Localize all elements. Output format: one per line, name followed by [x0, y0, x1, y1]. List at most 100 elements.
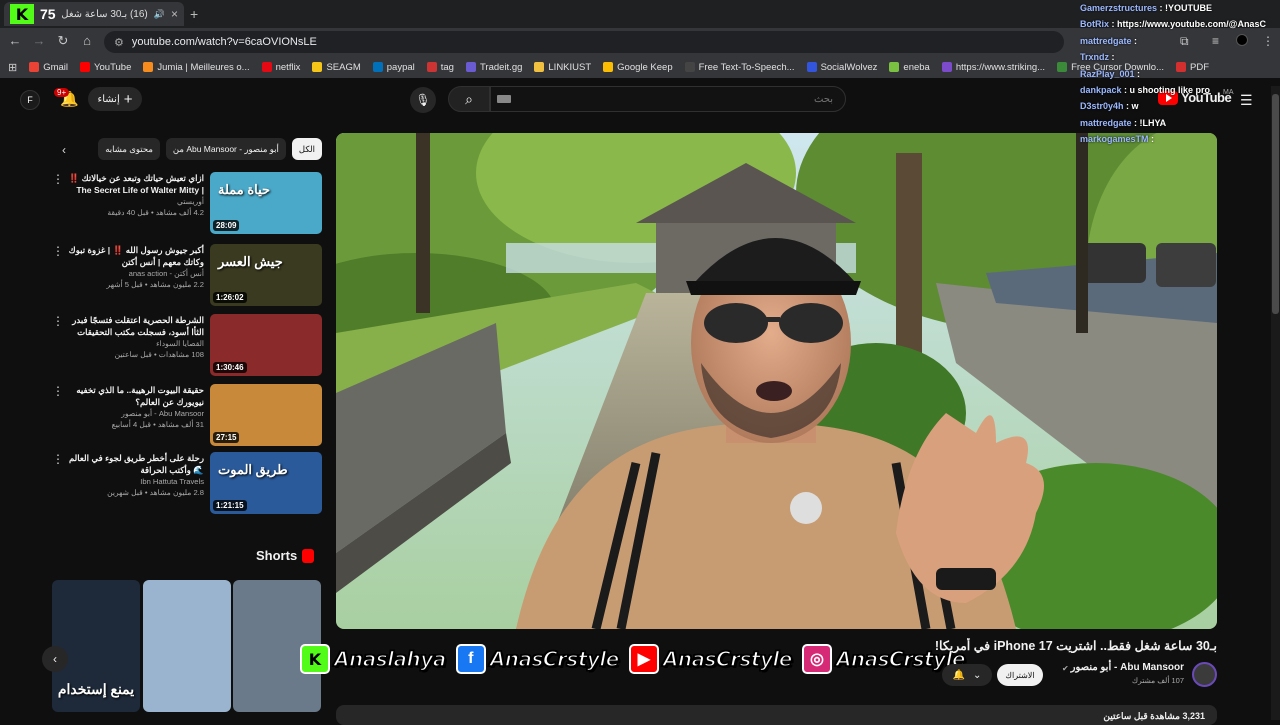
- video-thumbnail[interactable]: 27:15: [210, 384, 322, 446]
- video-thumbnail[interactable]: حياة مملة 28:09: [210, 172, 322, 234]
- more-options-icon[interactable]: ⋮: [52, 314, 64, 380]
- channel-name[interactable]: أنس أكتن - anas action: [68, 268, 204, 279]
- chevron-down-icon: ⌄: [973, 669, 982, 681]
- search-icon: ⌕: [465, 90, 473, 107]
- filter-chip[interactable]: الكل: [291, 138, 322, 160]
- filter-chip[interactable]: من Abu Mansoor - أبو منصور: [165, 138, 286, 160]
- more-options-icon[interactable]: ⋮: [52, 452, 64, 518]
- video-title[interactable]: حقيقة البيوت الرهيبة.. ما الذي تخفيه نيو…: [68, 384, 204, 408]
- filter-chip[interactable]: محتوى مشابه: [98, 138, 160, 160]
- chrome-menu-icon[interactable]: ⋮: [1262, 34, 1274, 48]
- channel-name[interactable]: Abu Mansoor - أبو منصور: [1060, 662, 1184, 673]
- hamburger-menu-icon[interactable]: ☰: [1240, 92, 1253, 109]
- scrollbar-thumb[interactable]: [1272, 94, 1279, 314]
- recommended-video[interactable]: 27:15 حقيقة البيوت الرهيبة.. ما الذي تخفي…: [52, 384, 322, 450]
- reload-icon[interactable]: ↻: [54, 33, 72, 49]
- video-title[interactable]: ازاي تعيش حياتك وتبعد عن خيالاتك ‼️ | Th…: [68, 172, 204, 196]
- channel-avatar[interactable]: [1192, 662, 1217, 687]
- video-title[interactable]: رحلة على أخطر طريق لجوء في العالم 🌊 وأكت…: [68, 452, 204, 476]
- reading-list-icon[interactable]: ≡: [1212, 34, 1219, 48]
- recommended-video[interactable]: حياة مملة 28:09 ازاي تعيش حياتك وتبعد عن خ…: [52, 172, 322, 238]
- recommended-video[interactable]: جيش العسر 1:26:02 أكبر جيوش رسول الله ‼️ |…: [52, 244, 322, 310]
- new-tab-button[interactable]: +: [190, 6, 198, 22]
- video-title[interactable]: أكبر جيوش رسول الله ‼️ | غزوة تبوك وكاتك…: [68, 244, 204, 268]
- youtube-logo[interactable]: YouTube: [1158, 90, 1232, 105]
- bookmark-item[interactable]: Free Text-To-Speech...: [684, 62, 795, 73]
- video-thumbnail[interactable]: 1:30:46: [210, 314, 322, 376]
- video-thumbnail[interactable]: جيش العسر 1:26:02: [210, 244, 322, 306]
- bookmark-favicon-icon: [1176, 62, 1186, 72]
- back-arrow-icon[interactable]: ←: [6, 33, 24, 48]
- bookmark-label: PDF: [1190, 61, 1209, 73]
- bookmark-item[interactable]: netflix: [261, 62, 300, 73]
- bookmark-item[interactable]: YouTube: [80, 62, 131, 73]
- close-tab-icon[interactable]: ×: [171, 7, 178, 21]
- bookmark-favicon-icon: [465, 62, 476, 72]
- browser-tab[interactable]: K 75 (16) بـ30 ساعة شغل فقط... 🔊 ×: [4, 2, 184, 26]
- bookmark-item[interactable]: LINKIUST: [534, 62, 591, 73]
- chat-username: mattredgate: [1080, 117, 1132, 128]
- recommended-video[interactable]: 1:30:46 الشرطة الحصرية اعتقلت فتسجًا فبدر…: [52, 314, 322, 380]
- channel-name[interactable]: Ibn Hattuta Travels: [68, 476, 204, 487]
- kick-logo-icon: K: [10, 4, 34, 24]
- short-thumbnail[interactable]: [143, 580, 231, 712]
- bookmark-item[interactable]: Free Cursor Downlo...: [1057, 62, 1164, 73]
- more-options-icon[interactable]: ⋮: [52, 172, 64, 238]
- bookmark-item[interactable]: tag: [426, 62, 454, 73]
- search-button[interactable]: ⌕: [448, 86, 490, 112]
- bookmark-favicon-icon: [29, 62, 40, 72]
- omnibox[interactable]: ⚙ youtube.com/watch?v=6caOVIONsLE: [104, 31, 1064, 53]
- bookmark-item[interactable]: paypal: [372, 61, 415, 73]
- channel-name[interactable]: Abu Mansoor - أبو منصور: [68, 408, 204, 419]
- extensions-icon[interactable]: ⧉: [1180, 34, 1189, 49]
- home-icon[interactable]: ⌂: [78, 33, 96, 48]
- video-info: حقيقة البيوت الرهيبة.. ما الذي تخفيه نيو…: [68, 384, 204, 450]
- bookmark-label: eneba: [903, 61, 930, 73]
- bookmark-label: paypal: [386, 61, 415, 73]
- bookmark-item[interactable]: eneba: [889, 61, 930, 73]
- shorts-heading: Shorts: [256, 548, 315, 563]
- more-options-icon[interactable]: ⋮: [52, 384, 64, 450]
- subscriber-count: 107 ألف مشترك: [1131, 676, 1184, 685]
- bookmark-favicon-icon: [312, 62, 323, 72]
- bookmark-item[interactable]: SEAGM: [312, 62, 361, 73]
- bookmark-label: YouTube: [94, 61, 132, 73]
- bookmark-label: Tradeit.gg: [479, 61, 523, 73]
- facebook-icon: f: [455, 644, 486, 674]
- recommended-video[interactable]: طريق الموت 1:21:15 رحلة على أخطر طريق لجوء…: [52, 452, 322, 518]
- short-thumbnail[interactable]: يمنع إستخدام: [52, 580, 140, 712]
- profile-icon[interactable]: [1236, 34, 1248, 46]
- speaker-icon[interactable]: 🔊: [154, 9, 165, 20]
- bookmark-favicon-icon: [1057, 62, 1068, 72]
- voice-search-button[interactable]: 🎙: [410, 87, 436, 113]
- account-avatar[interactable]: F: [20, 90, 40, 110]
- shorts-prev-button[interactable]: ‹: [42, 646, 68, 672]
- bookmark-item[interactable]: Google Keep: [603, 62, 673, 73]
- site-info-icon[interactable]: ⚙: [114, 36, 124, 49]
- bookmark-item[interactable]: Gmail: [29, 62, 68, 73]
- channel-name[interactable]: أوريستي: [68, 196, 204, 207]
- video-meta: 108 مشاهدات • قبل ساعتين: [114, 350, 204, 359]
- notification-preference-button[interactable]: 🔔 ⌄: [942, 664, 992, 686]
- apps-grid-icon[interactable]: ⊞: [8, 61, 17, 74]
- bookmark-item[interactable]: Jumia | Meilleures o...: [143, 62, 250, 73]
- forward-arrow-icon[interactable]: →: [30, 33, 48, 48]
- video-thumbnail[interactable]: طريق الموت 1:21:15: [210, 452, 322, 514]
- search-input[interactable]: [490, 86, 846, 112]
- video-title[interactable]: الشرطة الحصرية اعتقلت فتسجًا فبدر الثأا …: [68, 314, 204, 338]
- bookmark-item[interactable]: Tradeit.gg: [465, 61, 523, 73]
- bookmark-item[interactable]: SocialWolvez: [806, 62, 877, 73]
- create-button[interactable]: إنشاء +: [88, 87, 142, 111]
- video-info: أكبر جيوش رسول الله ‼️ | غزوة تبوك وكاتك…: [68, 244, 204, 310]
- bookmark-item[interactable]: PDF: [1176, 62, 1209, 73]
- video-player[interactable]: [336, 133, 1217, 629]
- bookmark-item[interactable]: https://www.striking...: [941, 62, 1045, 73]
- chat-text: : w: [1123, 101, 1139, 112]
- more-options-icon[interactable]: ⋮: [52, 244, 64, 310]
- chat-username: dankpack: [1080, 85, 1122, 96]
- bell-icon: 🔔: [952, 669, 966, 681]
- description-box[interactable]: 3,231 مشاهدة قبل ساعتين: [336, 705, 1217, 725]
- channel-name[interactable]: القصايا السوداء: [68, 338, 204, 349]
- keyboard-icon[interactable]: [497, 95, 511, 103]
- subscribe-button[interactable]: الاشتراك: [997, 664, 1043, 686]
